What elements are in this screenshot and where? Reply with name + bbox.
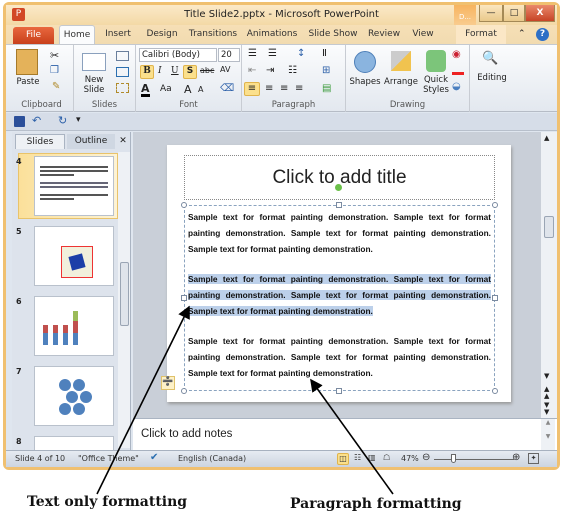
annotation-text-only-formatting: Text only formatting (27, 494, 188, 510)
arrow-text-only (96, 305, 190, 495)
annotation-arrows (96, 305, 394, 495)
annotation-paragraph-formatting: Paragraph formatting (290, 496, 462, 512)
arrow-paragraph (310, 378, 394, 495)
